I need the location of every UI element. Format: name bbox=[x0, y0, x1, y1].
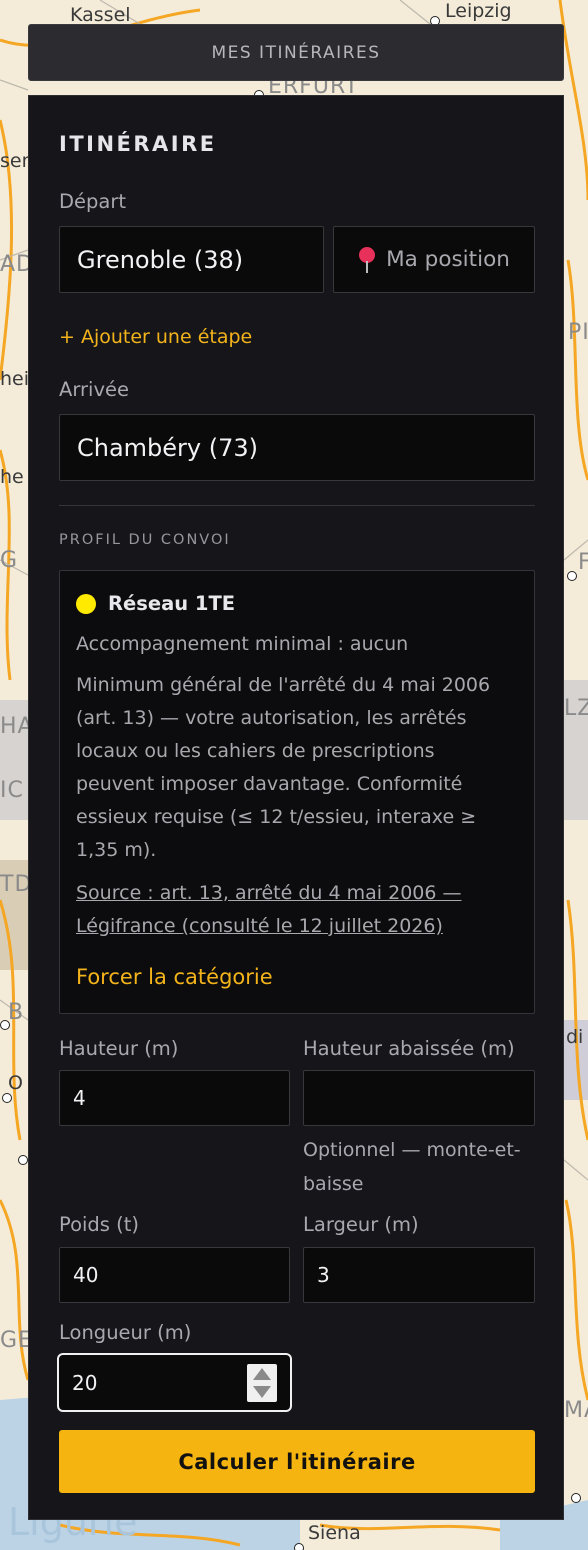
longueur-label: Longueur (m) bbox=[59, 1321, 192, 1344]
map-label-di: di bbox=[566, 1026, 584, 1048]
hauteur-value: 4 bbox=[73, 1086, 86, 1110]
largeur-value: 3 bbox=[317, 1263, 330, 1287]
convoy-profile-heading: PROFIL DU CONVOI bbox=[59, 532, 231, 548]
map-city-marker[interactable] bbox=[2, 1093, 12, 1103]
longueur-input[interactable]: 20 bbox=[57, 1353, 292, 1412]
depart-value: Grenoble (38) bbox=[77, 245, 244, 274]
calculate-route-button[interactable]: Calculer l'itinéraire bbox=[59, 1430, 535, 1493]
force-category-link[interactable]: Forcer la catégorie bbox=[76, 965, 273, 989]
map-city-marker[interactable] bbox=[294, 1543, 304, 1550]
spinner-up-icon[interactable] bbox=[253, 1368, 271, 1380]
network-status-dot bbox=[76, 594, 96, 614]
route-panel: ITINÉRAIRE Départ Grenoble (38) Ma posit… bbox=[28, 95, 564, 1520]
arrivee-label: Arrivée bbox=[59, 378, 129, 401]
add-step-link[interactable]: + Ajouter une étape bbox=[59, 326, 252, 348]
map-label-b: B bbox=[8, 1000, 25, 1025]
map-city-marker[interactable] bbox=[567, 571, 577, 581]
source-link[interactable]: Source : art. 13, arrêté du 4 mai 2006 —… bbox=[76, 877, 516, 943]
map-label-ic: IC bbox=[0, 778, 24, 803]
network-description: Minimum général de l'arrêté du 4 mai 200… bbox=[76, 674, 491, 861]
map-city-marker[interactable] bbox=[18, 1155, 28, 1165]
map-label-hei: hei bbox=[0, 368, 30, 390]
largeur-label: Largeur (m) bbox=[303, 1213, 419, 1236]
map-city-marker[interactable] bbox=[0, 1020, 10, 1030]
arrivee-value: Chambéry (73) bbox=[77, 433, 259, 462]
my-position-button[interactable]: Ma position bbox=[333, 226, 535, 293]
hauteur-input[interactable]: 4 bbox=[59, 1070, 290, 1126]
my-position-label: Ma position bbox=[386, 247, 510, 272]
network-card: Réseau 1TE Accompagnement minimal : aucu… bbox=[59, 570, 535, 1014]
map-label-ma: MA bbox=[564, 1398, 588, 1423]
escort-text: Accompagnement minimal : aucun bbox=[76, 633, 409, 655]
map-label-pi: PI bbox=[568, 320, 588, 345]
spinner-down-icon[interactable] bbox=[253, 1386, 271, 1398]
depart-input[interactable]: Grenoble (38) bbox=[59, 226, 324, 293]
map-city-marker[interactable] bbox=[571, 1493, 581, 1503]
poids-label: Poids (t) bbox=[59, 1213, 140, 1236]
longueur-value: 20 bbox=[72, 1370, 98, 1395]
hauteur-label: Hauteur (m) bbox=[59, 1037, 179, 1060]
section-divider bbox=[59, 505, 535, 506]
map-label-kassel: Kassel bbox=[70, 4, 131, 26]
hauteur-abaissee-hint: Optionnel — monte-et-baisse bbox=[303, 1139, 521, 1195]
poids-input[interactable]: 40 bbox=[59, 1247, 290, 1303]
map-label-leipzig: Leipzig bbox=[445, 0, 512, 22]
map-pin-icon bbox=[358, 246, 376, 273]
map-label-he: he bbox=[0, 466, 24, 488]
map-label-siena: Siena bbox=[308, 1522, 361, 1544]
poids-value: 40 bbox=[73, 1263, 99, 1287]
number-spinner[interactable] bbox=[247, 1364, 277, 1402]
hauteur-abaissee-label: Hauteur abaissée (m) bbox=[303, 1037, 515, 1060]
depart-label: Départ bbox=[59, 190, 127, 213]
map-label-g: G bbox=[0, 548, 19, 573]
panel-title: ITINÉRAIRE bbox=[59, 132, 217, 156]
network-name: Réseau 1TE bbox=[108, 592, 236, 615]
map-label-lz: LZ bbox=[564, 696, 588, 721]
map-label-f: F bbox=[578, 550, 588, 575]
arrivee-input[interactable]: Chambéry (73) bbox=[59, 414, 535, 481]
largeur-input[interactable]: 3 bbox=[303, 1247, 535, 1303]
my-routes-button[interactable]: MES ITINÉRAIRES bbox=[28, 24, 564, 81]
hauteur-abaissee-input[interactable] bbox=[303, 1070, 535, 1126]
map-label-o: O bbox=[8, 1072, 23, 1094]
